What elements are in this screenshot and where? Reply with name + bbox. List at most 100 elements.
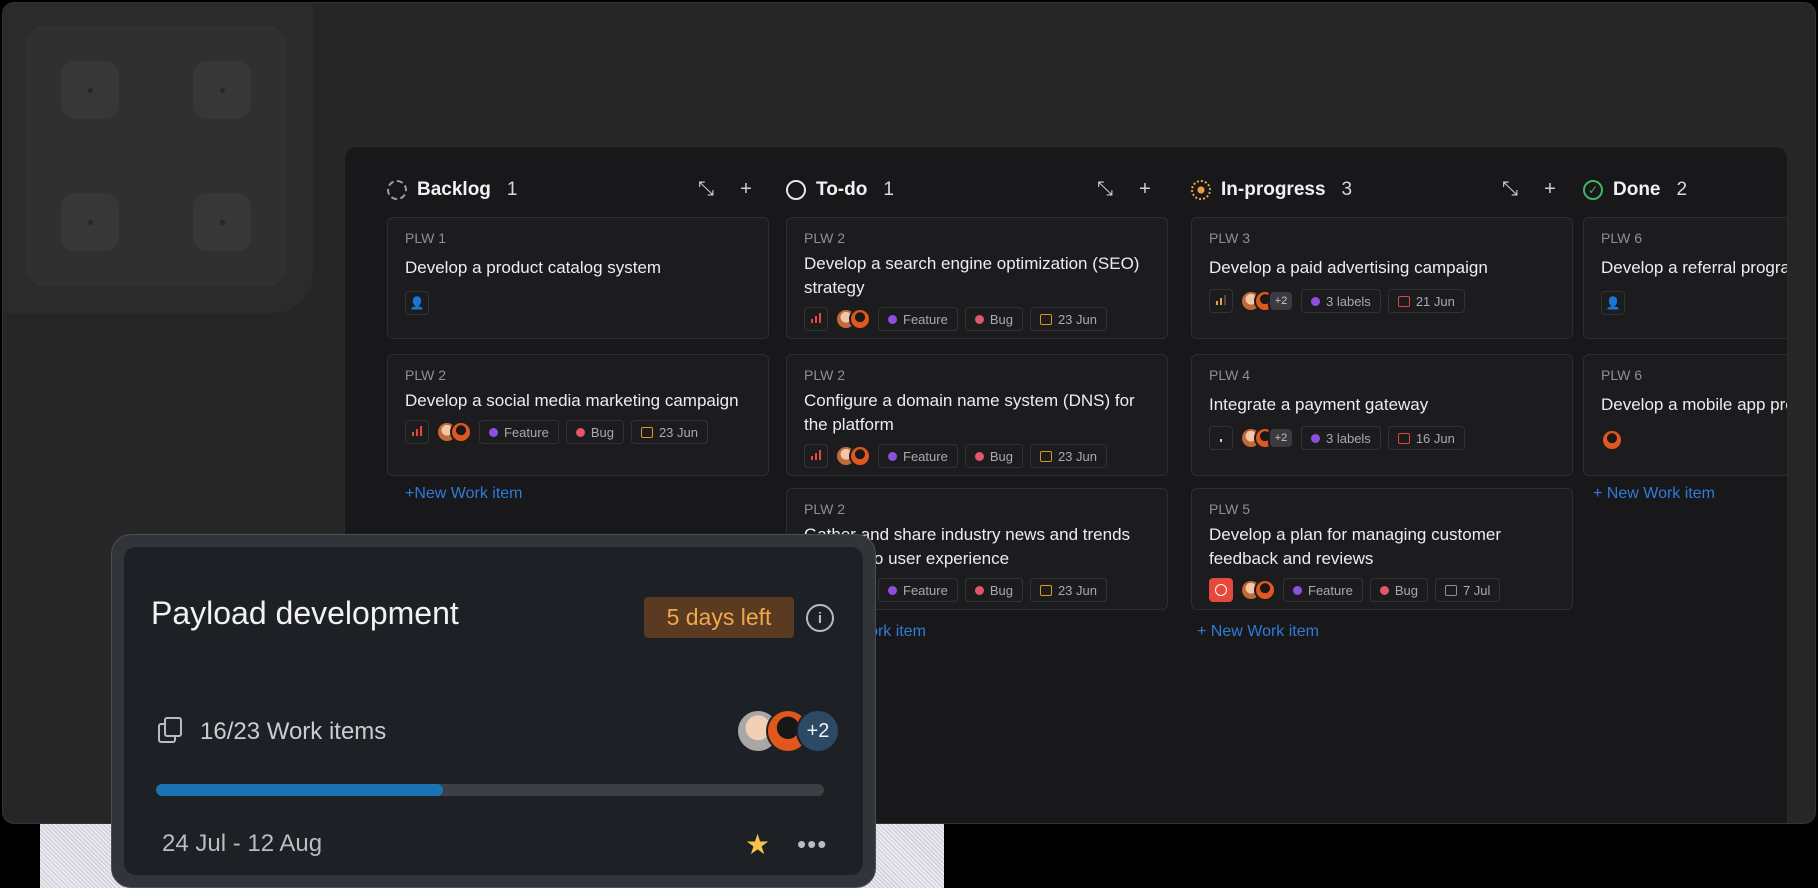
priority-urgent-icon[interactable] [804, 444, 828, 468]
due-date[interactable]: 7 Jul [1434, 578, 1501, 602]
in-progress-status-icon [1191, 180, 1211, 200]
labels-count[interactable]: 3 labels [1301, 289, 1381, 313]
work-item-title: Develop a referral program [1601, 258, 1788, 277]
work-item-id: PLW 6 [1601, 230, 1642, 246]
work-item-card[interactable]: PLW 6 Develop a mobile app presence [1583, 354, 1787, 476]
column-count: 1 [883, 179, 894, 200]
assignees[interactable]: +2 [1240, 290, 1294, 312]
label-feature[interactable]: Feature [878, 307, 958, 331]
work-item-id: PLW 6 [1601, 367, 1642, 383]
cycle-card[interactable]: Payload development 5 days left i 16/23 … [111, 534, 876, 888]
calendar-icon [1039, 450, 1052, 462]
due-date[interactable]: 21 Jun [1387, 289, 1465, 313]
add-icon[interactable]: + [1134, 178, 1156, 201]
avatar [849, 308, 871, 330]
work-item-card[interactable]: PLW 1 Develop a product catalog system 👤 [387, 217, 769, 339]
due-date[interactable]: 16 Jun [1387, 426, 1465, 450]
work-item-card[interactable]: PLW 2 Develop a social media marketing c… [387, 354, 769, 476]
label-bug[interactable]: Bug [964, 578, 1023, 602]
work-item-id: PLW 1 [405, 230, 446, 246]
priority-urgent-icon[interactable] [1209, 578, 1233, 602]
calendar-icon [1397, 295, 1410, 307]
column-count: 2 [1676, 179, 1688, 200]
work-item-title: Develop a paid advertising campaign [1209, 258, 1488, 277]
labels-count[interactable]: 3 labels [1301, 426, 1381, 450]
assignees[interactable] [1601, 429, 1623, 451]
new-work-item-button[interactable]: + New Work item [1593, 485, 1715, 503]
assignees[interactable] [1240, 579, 1276, 601]
work-item-card[interactable]: PLW 5 Develop a plan for managing custom… [1191, 488, 1573, 610]
add-icon[interactable]: + [735, 178, 757, 201]
priority-none-icon[interactable] [1209, 426, 1233, 450]
info-icon[interactable]: i [806, 604, 834, 632]
priority-medium-icon[interactable] [1209, 289, 1233, 313]
new-work-item-button[interactable]: +New Work item [405, 485, 523, 503]
due-date[interactable]: 23 Jun [1029, 307, 1107, 331]
label-feature[interactable]: Feature [479, 420, 559, 444]
due-date[interactable]: 23 Jun [1029, 444, 1107, 468]
collapse-icon[interactable]: ⤡ [1499, 178, 1521, 201]
label-bug[interactable]: Bug [1369, 578, 1428, 602]
assignee-placeholder-icon[interactable]: 👤 [1601, 291, 1625, 315]
work-item-card[interactable]: PLW 2 Develop a search engine optimizati… [786, 217, 1168, 339]
work-item-title: Develop a mobile app presence [1601, 395, 1787, 414]
avatar [450, 421, 472, 443]
work-item-card[interactable]: PLW 6 Develop a referral program 👤 [1583, 217, 1788, 339]
priority-urgent-icon[interactable] [804, 307, 828, 331]
column-header: In-progress 3 ⤡ + [1191, 175, 1571, 205]
priority-urgent-icon[interactable] [405, 420, 429, 444]
calendar-icon [1444, 584, 1457, 596]
assignees[interactable]: +2 [1240, 427, 1294, 449]
column-title: To-do [816, 179, 868, 200]
assignees[interactable] [835, 445, 871, 467]
work-item-id: PLW 5 [1209, 501, 1250, 517]
due-date[interactable]: 23 Jun [630, 420, 708, 444]
work-item-id: PLW 3 [1209, 230, 1250, 246]
cycle-dates: 24 Jul - 12 Aug [162, 830, 323, 857]
cycle-progress-bar [156, 784, 824, 796]
work-item-id: PLW 2 [804, 501, 845, 517]
assignee-placeholder-icon[interactable]: 👤 [405, 291, 429, 315]
cycle-title: Payload development [151, 595, 459, 631]
due-date[interactable]: 23 Jun [1029, 578, 1107, 602]
work-items-icon [158, 717, 188, 745]
label-feature[interactable]: Feature [878, 444, 958, 468]
avatar [1254, 579, 1276, 601]
work-item-title: Develop a search engine optimization (SE… [804, 254, 1140, 297]
label-bug[interactable]: Bug [964, 444, 1023, 468]
todo-status-icon [786, 180, 806, 200]
work-item-title: Develop a plan for managing customer fee… [1209, 525, 1501, 568]
assignees[interactable] [436, 421, 472, 443]
new-work-item-button[interactable]: + New Work item [1197, 623, 1319, 641]
calendar-icon [1039, 313, 1052, 325]
label-bug[interactable]: Bug [565, 420, 624, 444]
work-item-card[interactable]: PLW 3 Develop a paid advertising campaig… [1191, 217, 1573, 339]
backlog-status-icon [387, 180, 407, 200]
work-items-count: 16/23 Work items [200, 718, 387, 745]
avatar [849, 445, 871, 467]
column-title: Done [1613, 179, 1661, 200]
work-item-card[interactable]: PLW 2 Configure a domain name system (DN… [786, 354, 1168, 476]
more-assignees: +2 [1268, 290, 1294, 312]
work-item-title: Develop a social media marketing campaig… [405, 391, 739, 410]
work-item-id: PLW 4 [1209, 367, 1250, 383]
label-bug[interactable]: Bug [964, 307, 1023, 331]
star-icon[interactable]: ★ [745, 828, 770, 861]
work-item-id: PLW 2 [804, 230, 845, 246]
more-icon[interactable]: ••• [797, 829, 827, 860]
work-item-card[interactable]: PLW 4 Integrate a payment gateway +2 3 l… [1191, 354, 1573, 476]
done-status-icon: ✓ [1583, 180, 1603, 200]
more-assignees: +2 [1268, 427, 1294, 449]
calendar-icon [1039, 584, 1052, 596]
collapse-icon[interactable]: ⤡ [695, 178, 717, 201]
add-icon[interactable]: + [1539, 178, 1561, 201]
work-item-title: Configure a domain name system (DNS) for… [804, 391, 1135, 434]
avatar [1601, 429, 1623, 451]
work-item-title: Develop a product catalog system [405, 258, 662, 277]
cycle-assignees[interactable]: +2 [736, 709, 840, 753]
label-feature[interactable]: Feature [878, 578, 958, 602]
days-left-badge: 5 days left [644, 597, 794, 638]
collapse-icon[interactable]: ⤡ [1094, 178, 1116, 201]
label-feature[interactable]: Feature [1283, 578, 1363, 602]
assignees[interactable] [835, 308, 871, 330]
